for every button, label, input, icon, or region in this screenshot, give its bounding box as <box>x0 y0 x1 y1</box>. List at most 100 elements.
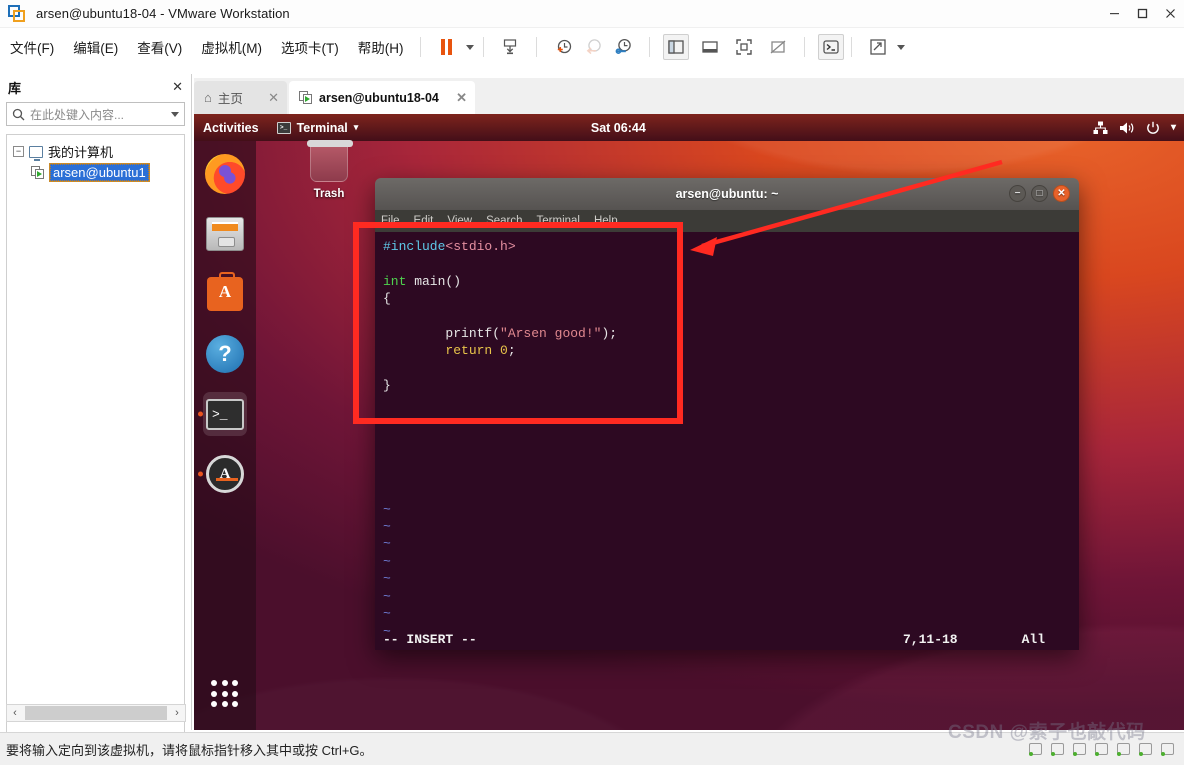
terminal-menu-file[interactable]: File <box>381 215 400 227</box>
status-device-icon[interactable] <box>1117 743 1130 756</box>
system-tray[interactable]: ▾ <box>1093 121 1184 135</box>
clock-wrench-icon <box>615 38 631 54</box>
desktop-icon-trash[interactable]: Trash <box>297 140 361 200</box>
status-device-icon[interactable] <box>1161 743 1174 756</box>
toolbar-separator <box>850 37 852 57</box>
chevron-down-icon <box>897 44 905 50</box>
terminal-menu-edit[interactable]: Edit <box>414 215 434 227</box>
menu-view[interactable]: 查看(V) <box>128 33 191 61</box>
firefox-icon <box>205 154 245 194</box>
dock-item-software-updater[interactable]: A <box>203 452 247 496</box>
menu-help[interactable]: 帮助(H) <box>349 33 413 61</box>
terminal-menu-view[interactable]: View <box>447 215 472 227</box>
status-device-icon[interactable] <box>1029 743 1042 756</box>
terminal-close-button[interactable]: ✕ <box>1053 185 1070 202</box>
code-line-7: return 0; <box>383 342 1071 359</box>
tray-chevron-down-icon[interactable]: ▾ <box>1171 122 1176 133</box>
code-keyword-return: return <box>383 343 493 359</box>
menu-edit[interactable]: 编辑(E) <box>64 33 127 61</box>
show-library-button[interactable] <box>662 34 689 60</box>
dock-item-terminal[interactable]: >_ <box>203 392 247 436</box>
close-button[interactable] <box>1156 0 1184 28</box>
terminal-menu-help[interactable]: Help <box>594 215 618 227</box>
tab-close-icon[interactable]: ✕ <box>268 90 279 106</box>
revert-snapshot-button[interactable] <box>580 34 606 60</box>
chevron-down-icon[interactable] <box>171 111 179 117</box>
maximize-button[interactable] <box>1128 0 1156 28</box>
activities-button[interactable]: Activities <box>194 114 268 141</box>
bottom-panel-icon <box>701 41 718 53</box>
code-line-3: int main() <box>383 273 1071 290</box>
terminal-window[interactable]: arsen@ubuntu: ~ − □ ✕ File Edit View Sea… <box>375 178 1079 650</box>
show-applications-button[interactable] <box>203 672 247 716</box>
scroll-left-arrow[interactable]: ‹ <box>7 707 23 719</box>
library-search-input[interactable]: 在此处键入内容... <box>30 106 166 123</box>
console-icon <box>822 40 839 54</box>
vim-editor-content[interactable]: #include<stdio.h> int main() { printf("A… <box>375 232 1079 650</box>
tab-vm-arsen[interactable]: arsen@ubuntu18-04 ✕ <box>289 81 475 114</box>
terminal-menu-terminal[interactable]: Terminal <box>537 215 580 227</box>
home-icon: ⌂ <box>204 90 212 105</box>
library-header: 库 ✕ <box>0 74 191 100</box>
dock-item-ubuntu-software[interactable] <box>203 272 247 316</box>
suspend-button[interactable] <box>434 34 460 60</box>
code-line-8 <box>383 360 1071 377</box>
library-close-button[interactable]: ✕ <box>172 79 183 95</box>
tab-home[interactable]: ⌂ 主页 ✕ <box>194 81 287 114</box>
dock-item-files[interactable] <box>203 212 247 256</box>
suspend-dropdown[interactable] <box>460 34 476 60</box>
unity-mode-icon <box>770 40 785 54</box>
toolbar-separator <box>482 37 484 57</box>
dock-item-firefox[interactable] <box>203 152 247 196</box>
take-snapshot-button[interactable] <box>550 34 576 60</box>
terminal-menu-search[interactable]: Search <box>486 215 522 227</box>
code-return-tail: ; <box>507 343 516 359</box>
library-horizontal-scrollbar[interactable]: ‹ › <box>6 704 186 722</box>
library-search-box[interactable]: 在此处键入内容... <box>6 102 185 126</box>
app-menu-label: Terminal <box>296 120 348 135</box>
vim-tilde-line: ~ <box>383 536 391 552</box>
tab-close-icon[interactable]: ✕ <box>456 90 467 106</box>
snapshot-button[interactable] <box>497 34 523 60</box>
terminal-titlebar[interactable]: arsen@ubuntu: ~ − □ ✕ <box>375 178 1079 210</box>
code-header-name: <stdio.h> <box>445 239 516 254</box>
dock-item-help[interactable]: ? <box>203 332 247 376</box>
code-line-1: #include<stdio.h> <box>383 238 1071 255</box>
show-thumbnail-bar-button[interactable] <box>697 34 723 60</box>
fullscreen-icon <box>735 39 752 55</box>
fullscreen-button[interactable] <box>731 34 757 60</box>
status-device-icon[interactable] <box>1073 743 1086 756</box>
stretch-dropdown[interactable] <box>891 34 907 60</box>
code-line-2 <box>383 255 1071 272</box>
stretch-button[interactable] <box>865 34 891 60</box>
terminal-minimize-button[interactable]: − <box>1009 185 1026 202</box>
manage-snapshots-button[interactable] <box>610 34 636 60</box>
menu-vm[interactable]: 虚拟机(M) <box>192 33 271 61</box>
app-menu-terminal[interactable]: Terminal ▾ <box>268 114 368 141</box>
files-icon <box>206 217 244 251</box>
terminal-maximize-button[interactable]: □ <box>1031 185 1048 202</box>
vm-guest-screen[interactable]: Activities Terminal ▾ Sat 06:44 <box>194 114 1184 730</box>
code-printf-tail: ); <box>601 326 618 342</box>
tree-item-my-computer[interactable]: − 我的计算机 <box>7 141 184 162</box>
pause-icon <box>441 39 452 55</box>
expand-arrows-icon <box>869 39 886 55</box>
status-device-icon[interactable] <box>1051 743 1064 756</box>
status-device-icon[interactable] <box>1095 743 1108 756</box>
scrollbar-thumb[interactable] <box>25 706 167 720</box>
clock[interactable]: Sat 06:44 <box>591 121 646 135</box>
library-title: 库 <box>8 80 22 96</box>
menu-tabs[interactable]: 选项卡(T) <box>272 33 348 61</box>
status-device-icon[interactable] <box>1139 743 1152 756</box>
menu-file[interactable]: 文件(F) <box>1 33 63 61</box>
minimize-button[interactable] <box>1100 0 1128 28</box>
computer-icon <box>29 145 43 161</box>
toolbar-separator <box>535 37 537 57</box>
scroll-right-arrow[interactable]: › <box>169 707 185 719</box>
console-button[interactable] <box>817 34 844 60</box>
unity-mode-button[interactable] <box>765 34 791 60</box>
chevron-down-icon <box>466 44 474 50</box>
tree-item-vm-arsen[interactable]: arsen@ubuntu1 <box>7 162 184 183</box>
library-tree: − 我的计算机 arsen@ubuntu1 <box>6 134 185 734</box>
tree-expander-icon[interactable]: − <box>13 146 24 157</box>
